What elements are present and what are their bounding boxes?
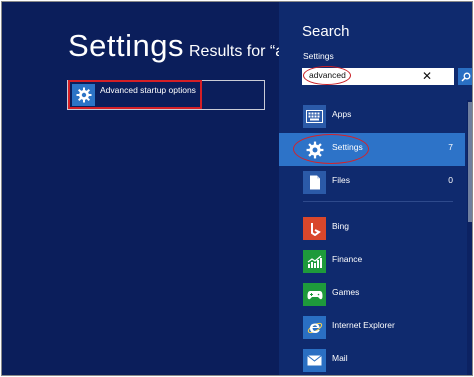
app-item-mail[interactable]: Mail [279, 346, 465, 375]
app-item-internet-explorer[interactable]: Internet Explorer [279, 313, 465, 345]
file-icon [303, 171, 326, 194]
annotation-highlight-oval [303, 66, 351, 85]
search-input[interactable]: advanced ✕ [302, 66, 472, 85]
bing-icon [303, 217, 326, 240]
apps-icon [303, 105, 326, 128]
gear-icon [303, 138, 326, 161]
clear-search-button[interactable]: ✕ [420, 69, 434, 83]
games-icon [303, 283, 326, 306]
result-label: Advanced startup options [100, 85, 196, 95]
divider [303, 201, 453, 202]
gear-icon [72, 84, 95, 106]
scroll-thumb[interactable] [468, 102, 472, 222]
app-label: Games [332, 287, 360, 297]
magnifier-icon [461, 72, 471, 82]
finance-icon [303, 250, 326, 273]
category-settings[interactable]: Settings 7 [279, 133, 465, 166]
results-for-label: Results for “ad [189, 43, 294, 60]
internet-explorer-icon [303, 316, 326, 339]
app-label: Mail [332, 353, 348, 363]
search-charm: Search Settings advanced ✕ Apps Settings… [279, 2, 472, 375]
page-title: Settings [68, 28, 185, 63]
search-button[interactable] [458, 68, 472, 85]
category-apps[interactable]: Apps [279, 100, 465, 133]
category-files[interactable]: Files 0 [279, 166, 465, 199]
result-advanced-startup-options[interactable]: Advanced startup options [67, 80, 265, 110]
app-item-finance[interactable]: Finance [279, 247, 465, 279]
app-item-bing[interactable]: Bing [279, 214, 465, 246]
category-count: 0 [448, 175, 453, 185]
category-count: 7 [448, 142, 453, 152]
charm-title: Search [302, 23, 350, 40]
app-item-games[interactable]: Games [279, 280, 465, 312]
scrollbar[interactable] [467, 100, 472, 375]
results-pane: Settings Results for “ad Advanced startu… [2, 2, 293, 375]
category-label: Settings [332, 142, 363, 152]
mail-icon [303, 349, 326, 372]
screenshot-frame: Settings Results for “ad Advanced startu… [1, 1, 473, 376]
category-label: Apps [332, 109, 352, 119]
app-label: Finance [332, 254, 363, 264]
app-label: Bing [332, 221, 350, 231]
search-scope-label: Settings [303, 51, 334, 61]
category-label: Files [332, 175, 350, 185]
app-label: Internet Explorer [332, 320, 395, 330]
